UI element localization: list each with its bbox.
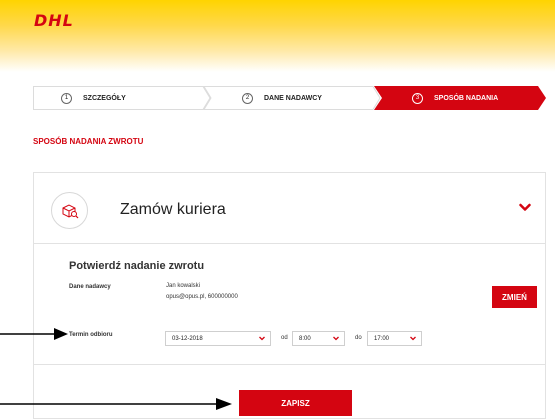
step-number: 2 [242, 92, 253, 104]
card-title: Zamów kuriera [120, 201, 226, 218]
sender-contact: opus@opus.pl, 600000000 [166, 294, 238, 300]
courier-card: Zamów kuriera Potwierdź nadanie zwrotu D… [33, 172, 546, 419]
step-sender-data[interactable]: 2 DANE NADAWCY [209, 86, 385, 110]
pointer-arrow-icon [0, 328, 68, 340]
change-button[interactable]: ZMIEŃ [492, 286, 537, 308]
header: DHL [0, 0, 555, 72]
dhl-logo[interactable]: DHL [34, 11, 74, 30]
chevron-down-icon[interactable] [519, 203, 531, 212]
pickup-label: Termin odbioru [69, 332, 113, 338]
package-search-icon [62, 203, 78, 218]
courier-icon-circle [51, 192, 88, 229]
section-title: SPOSÓB NADANIA ZWROTU [33, 137, 144, 146]
card-header[interactable]: Zamów kuriera [34, 173, 545, 244]
step-number: 1 [61, 92, 72, 104]
chevron-down-icon [259, 336, 265, 341]
logo-text: DHL [34, 11, 74, 30]
step-label: SPOSÓB NADANIA [434, 94, 499, 102]
progress-steps: 1 SZCZEGÓŁY 2 DANE NADAWCY 3 SPOSÓB NADA… [33, 86, 546, 110]
from-time-select[interactable]: 8:00 [292, 331, 345, 346]
step-label: DANE NADAWCY [264, 94, 322, 102]
step-label: SZCZEGÓŁY [83, 94, 126, 102]
chevron-down-icon [410, 336, 416, 341]
chevron-down-icon [333, 336, 339, 341]
to-time-value: 17:00 [374, 335, 390, 342]
sender-label: Dane nadawcy [69, 284, 111, 290]
confirm-title: Potwierdź nadanie zwrotu [69, 260, 205, 272]
to-label: do [355, 335, 362, 341]
step-details[interactable]: 1 SZCZEGÓŁY [33, 86, 209, 110]
from-label: od [281, 335, 288, 341]
date-value: 03-12-2018 [172, 335, 203, 342]
sender-name: Jan kowalski [166, 283, 201, 289]
page: DHL 1 SZCZEGÓŁY 2 DANE NADAWCY 3 SPOSÓB … [0, 0, 555, 419]
card-divider [34, 364, 545, 365]
pointer-arrow-icon [0, 398, 232, 410]
step-number: 3 [412, 92, 423, 104]
step-shipping-method[interactable]: 3 SPOSÓB NADANIA [378, 86, 548, 110]
save-button[interactable]: ZAPISZ [239, 390, 352, 416]
from-time-value: 8:00 [299, 335, 311, 342]
date-select[interactable]: 03-12-2018 [165, 331, 271, 346]
to-time-select[interactable]: 17:00 [367, 331, 422, 346]
